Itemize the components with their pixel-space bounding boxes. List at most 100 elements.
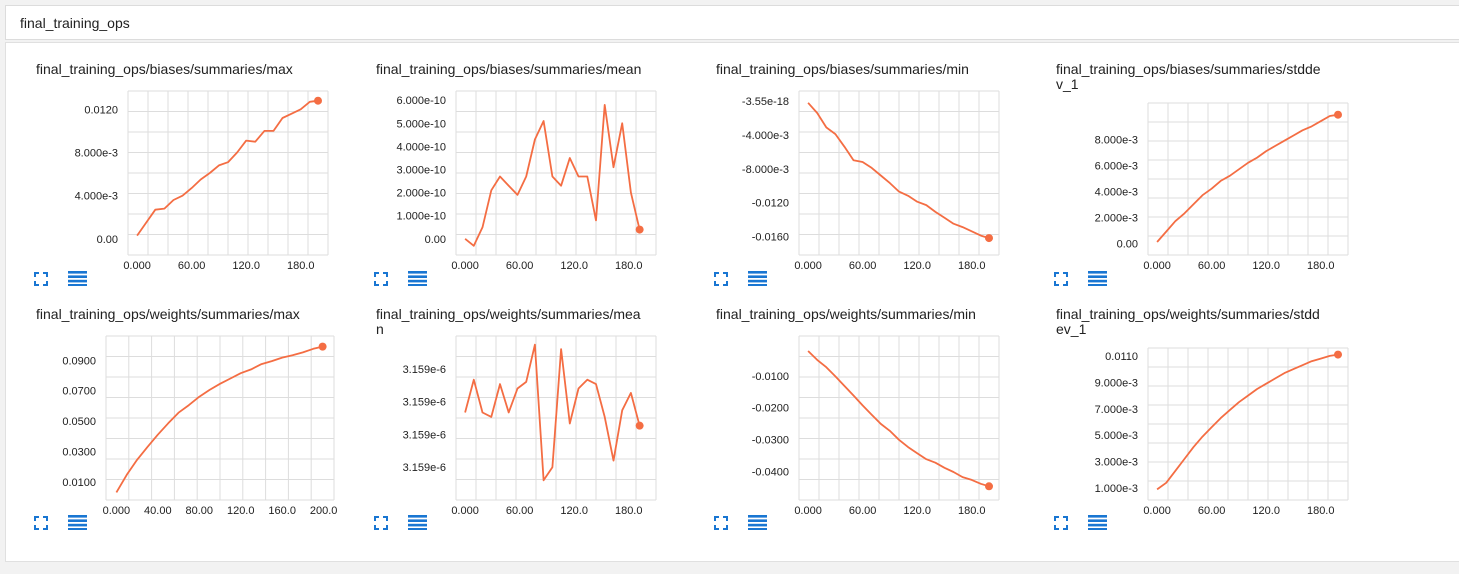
y-tick-label: 3.159e-6 [403,429,446,441]
x-tick-label: 120.0 [560,505,588,517]
line-chart[interactable]: 0.0100 0.0300 0.0500 0.0700 0.0900 0.000 40.00… [6,288,338,528]
y-tick-label: 1.000e-3 [1095,483,1138,495]
grid [455,90,657,256]
x-tick-label: 0.000 [451,260,479,272]
series-line [464,104,641,247]
y-tick-label: 3.000e-3 [1095,457,1138,469]
y-tick-label: -3.55e-18 [742,96,789,108]
expand-chart-button[interactable] [714,516,732,534]
y-tick-label: -4.000e-3 [742,130,789,142]
line-chart[interactable]: 1.000e-3 3.000e-3 5.000e-3 7.000e-3 9.000e-3… [1026,288,1356,528]
y-tick-label: 8.000e-3 [1095,134,1138,146]
chart-card: final_training_ops/weights/summaries/min… [686,288,1016,530]
x-tick-label: 40.00 [144,505,172,517]
x-tick-label: 60.00 [1198,260,1226,272]
y-tick-label: 0.0500 [62,416,96,428]
chart-card: final_training_ops/weights/summaries/max… [6,288,338,530]
fullscreen-icon [1054,516,1068,530]
y-tick-label: -0.0200 [752,403,789,415]
y-tick-label: 3.159e-6 [403,364,446,376]
chart-card: final_training_ops/biases/summaries/max 0… [6,43,336,286]
grid [1147,347,1349,501]
charts-panel: final_training_ops/biases/summaries/max 0… [5,42,1459,562]
x-tick-label: 60.00 [506,505,534,517]
y-tick-label: 1.000e-10 [396,211,446,223]
last-point-marker [985,482,993,491]
fullscreen-icon [714,516,728,530]
x-tick-label: 120.0 [1252,260,1280,272]
chart-card: final_training_ops/biases/summaries/mean… [346,43,676,286]
toggle-log-scale-button[interactable] [408,270,427,288]
x-tick-label: 0.000 [451,505,479,517]
y-tick-label: 3.159e-6 [403,397,446,409]
y-tick-label: 4.000e-10 [396,141,446,153]
x-tick-label: 60.00 [849,260,877,272]
toggle-log-scale-button[interactable] [748,270,767,288]
x-tick-label: 0.000 [123,260,151,272]
x-tick-label: 0.000 [1143,260,1171,272]
x-tick-label: 180.0 [958,505,986,517]
last-point-marker [985,234,993,243]
x-tick-label: 120.0 [903,505,931,517]
expand-chart-button[interactable] [374,516,392,534]
y-tick-label: 0.00 [1117,238,1138,250]
y-tick-label: 0.0120 [84,104,118,116]
list-icon [748,271,767,286]
fullscreen-icon [1054,272,1068,286]
y-tick-label: -8.000e-3 [742,164,789,176]
expand-chart-button[interactable] [1054,516,1072,534]
y-tick-label: -0.0160 [752,231,789,243]
x-tick-label: 120.0 [560,260,588,272]
x-tick-label: 60.00 [1198,505,1226,517]
last-point-marker [1334,350,1342,359]
fullscreen-icon [374,272,388,286]
toggle-log-scale-button[interactable] [748,514,767,532]
grid [105,335,335,501]
x-tick-label: 60.00 [849,505,877,517]
x-tick-label: 180.0 [615,260,643,272]
x-tick-label: 120.0 [903,260,931,272]
line-chart[interactable]: -3.55e-18 -4.000e-3 -8.000e-3 -0.0120 -0.016… [686,43,1016,283]
toggle-log-scale-button[interactable] [1088,270,1107,288]
list-icon [1088,271,1107,286]
y-tick-label: 4.000e-3 [75,191,118,203]
x-tick-label: 120.0 [227,505,255,517]
grid [798,335,1000,501]
x-tick-label: 180.0 [1307,260,1335,272]
y-tick-label: 4.000e-3 [1095,186,1138,198]
x-tick-label: 60.00 [178,260,206,272]
x-tick-label: 200.0 [310,505,338,517]
y-tick-label: 2.000e-3 [1095,212,1138,224]
x-tick-label: 0.000 [794,505,822,517]
line-chart[interactable]: 3.159e-6 3.159e-6 3.159e-6 3.159e-6 0.000 60.… [346,288,676,528]
y-tick-label: 8.000e-3 [75,148,118,160]
toggle-log-scale-button[interactable] [68,514,87,532]
fullscreen-icon [374,516,388,530]
y-tick-label: 0.0700 [62,386,96,398]
line-chart[interactable]: -0.0100 -0.0200 -0.0300 -0.0400 0.000 60.00 12… [686,288,1016,528]
x-tick-label: 120.0 [232,260,260,272]
expand-chart-button[interactable] [34,516,52,534]
toggle-log-scale-button[interactable] [1088,514,1107,532]
last-point-marker [318,342,327,351]
x-tick-label: 180.0 [287,260,315,272]
last-point-marker [1334,110,1342,119]
chart-card: final_training_ops/weights/summaries/mea… [346,288,676,530]
x-tick-label: 0.000 [103,505,131,517]
y-tick-label: 0.00 [97,234,118,246]
toggle-log-scale-button[interactable] [68,270,87,288]
y-tick-label: -0.0100 [752,371,789,383]
line-chart[interactable]: 0.00 1.000e-10 2.000e-10 3.000e-10 4.000e-10… [346,43,676,283]
x-tick-label: 180.0 [1307,505,1335,517]
y-tick-label: 7.000e-3 [1095,404,1138,416]
list-icon [1088,515,1107,530]
last-point-marker [314,96,322,105]
toggle-log-scale-button[interactable] [408,514,427,532]
y-tick-label: 3.159e-6 [403,462,446,474]
list-icon [68,271,87,286]
section-title: final_training_ops [20,15,130,31]
line-chart[interactable]: 0.00 4.000e-3 8.000e-3 0.0120 0.000 60.00 120.… [6,43,336,283]
section-header[interactable]: final_training_ops [5,5,1459,40]
line-chart[interactable]: 0.00 2.000e-3 4.000e-3 6.000e-3 8.000e-3 0.00… [1026,43,1356,283]
y-tick-label: 0.00 [425,234,446,246]
